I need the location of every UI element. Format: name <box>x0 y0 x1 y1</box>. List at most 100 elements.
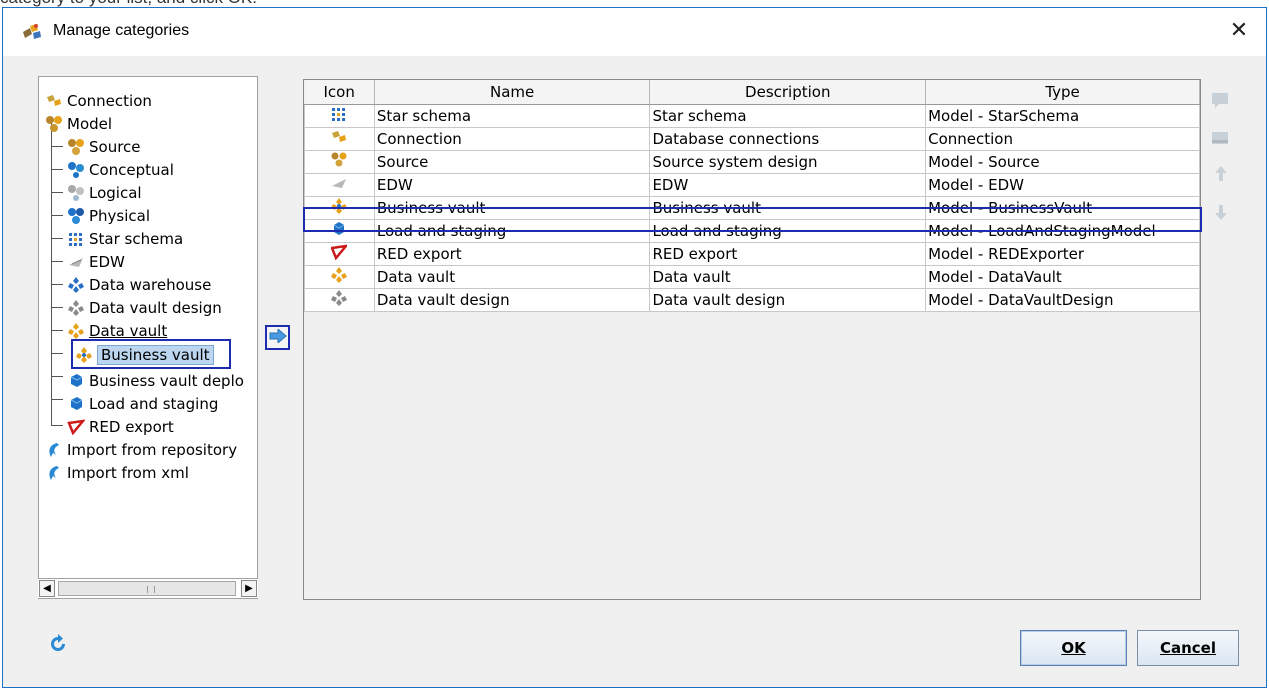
tree-item-logical[interactable]: Logical <box>67 181 142 204</box>
edit-row-button[interactable] <box>1210 90 1232 112</box>
table-row[interactable]: Source Source system design Model - Sour… <box>304 149 1200 174</box>
dialog-title: Manage categories <box>53 22 190 39</box>
scroll-right-icon[interactable]: ▶ <box>241 580 257 597</box>
tree-connector <box>51 284 63 285</box>
ok-button[interactable]: OK <box>1020 630 1127 666</box>
tree-item-load-staging[interactable]: Load and staging <box>67 392 218 415</box>
star-schema-icon <box>331 107 347 126</box>
scroll-thumb[interactable] <box>58 581 236 596</box>
row-icon-cell <box>304 172 375 197</box>
business-vault-deploy-icon <box>67 372 85 390</box>
scroll-grip-icon <box>147 586 155 593</box>
connection-icon <box>331 130 347 149</box>
edw-icon <box>331 177 347 195</box>
tree-item-import-xml[interactable]: Import from xml <box>45 461 189 484</box>
column-header-icon[interactable]: Icon <box>304 80 375 105</box>
logical-icon <box>67 184 85 202</box>
row-icon-cell <box>304 126 375 151</box>
tree-item-label: EDW <box>89 252 125 271</box>
remove-row-button[interactable] <box>1210 128 1232 150</box>
tree-item-label: Conceptual <box>89 160 174 179</box>
source-icon <box>67 138 85 156</box>
tree-item-import-repository[interactable]: Import from repository <box>45 438 237 461</box>
row-name: Connection <box>373 126 651 151</box>
close-button[interactable]: ✕ <box>1224 16 1254 46</box>
column-header-name[interactable]: Name <box>374 80 651 105</box>
tree-connector <box>51 146 63 147</box>
category-tree[interactable]: Connection Model Source Conceptual Logic… <box>38 76 258 599</box>
categories-table[interactable]: Icon Name Description Type Star schema S… <box>303 79 1201 600</box>
tree-item-label: RED export <box>89 417 174 436</box>
row-type: Model - Source <box>925 149 1200 174</box>
tree-item-conceptual[interactable]: Conceptual <box>67 158 174 181</box>
source-icon <box>331 152 347 172</box>
row-icon-cell <box>304 264 375 289</box>
import-icon <box>45 441 63 459</box>
add-category-button[interactable] <box>265 325 290 350</box>
tree-item-label: Data warehouse <box>89 275 212 294</box>
arrow-right-icon <box>269 327 287 347</box>
tree-item-edw[interactable]: EDW <box>67 250 125 273</box>
tree-connector <box>51 330 63 331</box>
row-icon-cell <box>304 149 375 174</box>
tree-item-model[interactable]: Model <box>45 112 112 135</box>
row-icon-cell <box>304 103 375 128</box>
table-row[interactable]: Data vault Data vault Model - DataVault <box>304 264 1200 289</box>
tree-connector <box>51 307 63 308</box>
tree-connector <box>51 169 63 170</box>
refresh-button[interactable] <box>48 634 70 656</box>
move-down-button[interactable] <box>1210 201 1232 223</box>
row-icon-cell <box>304 241 375 266</box>
table-row[interactable]: Data vault design Data vault design Mode… <box>304 287 1200 312</box>
table-row[interactable]: Connection Database connections Connecti… <box>304 126 1200 151</box>
table-row[interactable]: Star schema Star schema Model - StarSche… <box>304 103 1200 128</box>
tree-item-connection[interactable]: Connection <box>45 89 152 112</box>
physical-icon <box>67 207 85 225</box>
red-export-icon <box>330 243 350 264</box>
tree-item-label: Load and staging <box>89 394 219 413</box>
row-name: Data vault design <box>373 287 651 312</box>
tree-item-physical[interactable]: Physical <box>67 204 150 227</box>
tree-item-data-vault-design[interactable]: Data vault design <box>67 296 222 319</box>
row-type: Connection <box>925 126 1200 151</box>
tree-connector <box>51 215 63 216</box>
tree-connector <box>51 376 63 377</box>
row-type: Model - EDW <box>925 172 1200 197</box>
table-row[interactable]: EDW EDW Model - EDW <box>304 172 1200 197</box>
column-header-description[interactable]: Description <box>649 80 927 105</box>
tree-item-source[interactable]: Source <box>67 135 141 158</box>
table-header-row: Icon Name Description Type <box>304 80 1200 105</box>
tree-connector <box>51 399 63 400</box>
tree-item-business-vault-deploy[interactable]: Business vault deplo <box>67 369 244 392</box>
row-name: Data vault <box>373 264 651 289</box>
tree-connector <box>51 353 63 354</box>
row-type: Model - StarSchema <box>925 103 1200 128</box>
tree-item-label: Business vault deplo <box>89 371 244 390</box>
cancel-button[interactable]: Cancel <box>1137 630 1239 666</box>
tree-item-label: Connection <box>67 91 152 110</box>
tree-horizontal-scrollbar[interactable]: ◀ ▶ <box>38 578 258 598</box>
tree-item-label: Logical <box>89 183 142 202</box>
tree-item-label: Star schema <box>89 229 184 248</box>
dialog-titlebar: Manage categories ✕ <box>3 8 1266 56</box>
row-description: Source system design <box>649 149 927 174</box>
table-row[interactable]: RED export RED export Model - REDExporte… <box>304 241 1200 266</box>
remove-icon <box>1210 132 1232 154</box>
scroll-left-icon[interactable]: ◀ <box>39 580 55 597</box>
tree-item-red-export[interactable]: RED export <box>67 415 174 438</box>
arrow-down-icon <box>1210 205 1232 227</box>
tree-connector <box>51 261 63 262</box>
tree-item-star-schema[interactable]: Star schema <box>67 227 183 250</box>
data-warehouse-icon <box>67 276 85 294</box>
row-icon-cell <box>304 287 375 312</box>
column-header-type[interactable]: Type <box>925 80 1200 105</box>
tree-connector <box>51 238 63 239</box>
move-up-button[interactable] <box>1210 163 1232 185</box>
row-name: Star schema <box>373 103 651 128</box>
row-description: Data vault <box>649 264 927 289</box>
tree-item-data-warehouse[interactable]: Data warehouse <box>67 273 211 296</box>
row-description: Database connections <box>649 126 927 151</box>
data-vault-icon <box>331 266 348 287</box>
table-row-highlight <box>303 207 1202 232</box>
categories-grid: Icon Name Description Type Star schema S… <box>304 80 1200 312</box>
